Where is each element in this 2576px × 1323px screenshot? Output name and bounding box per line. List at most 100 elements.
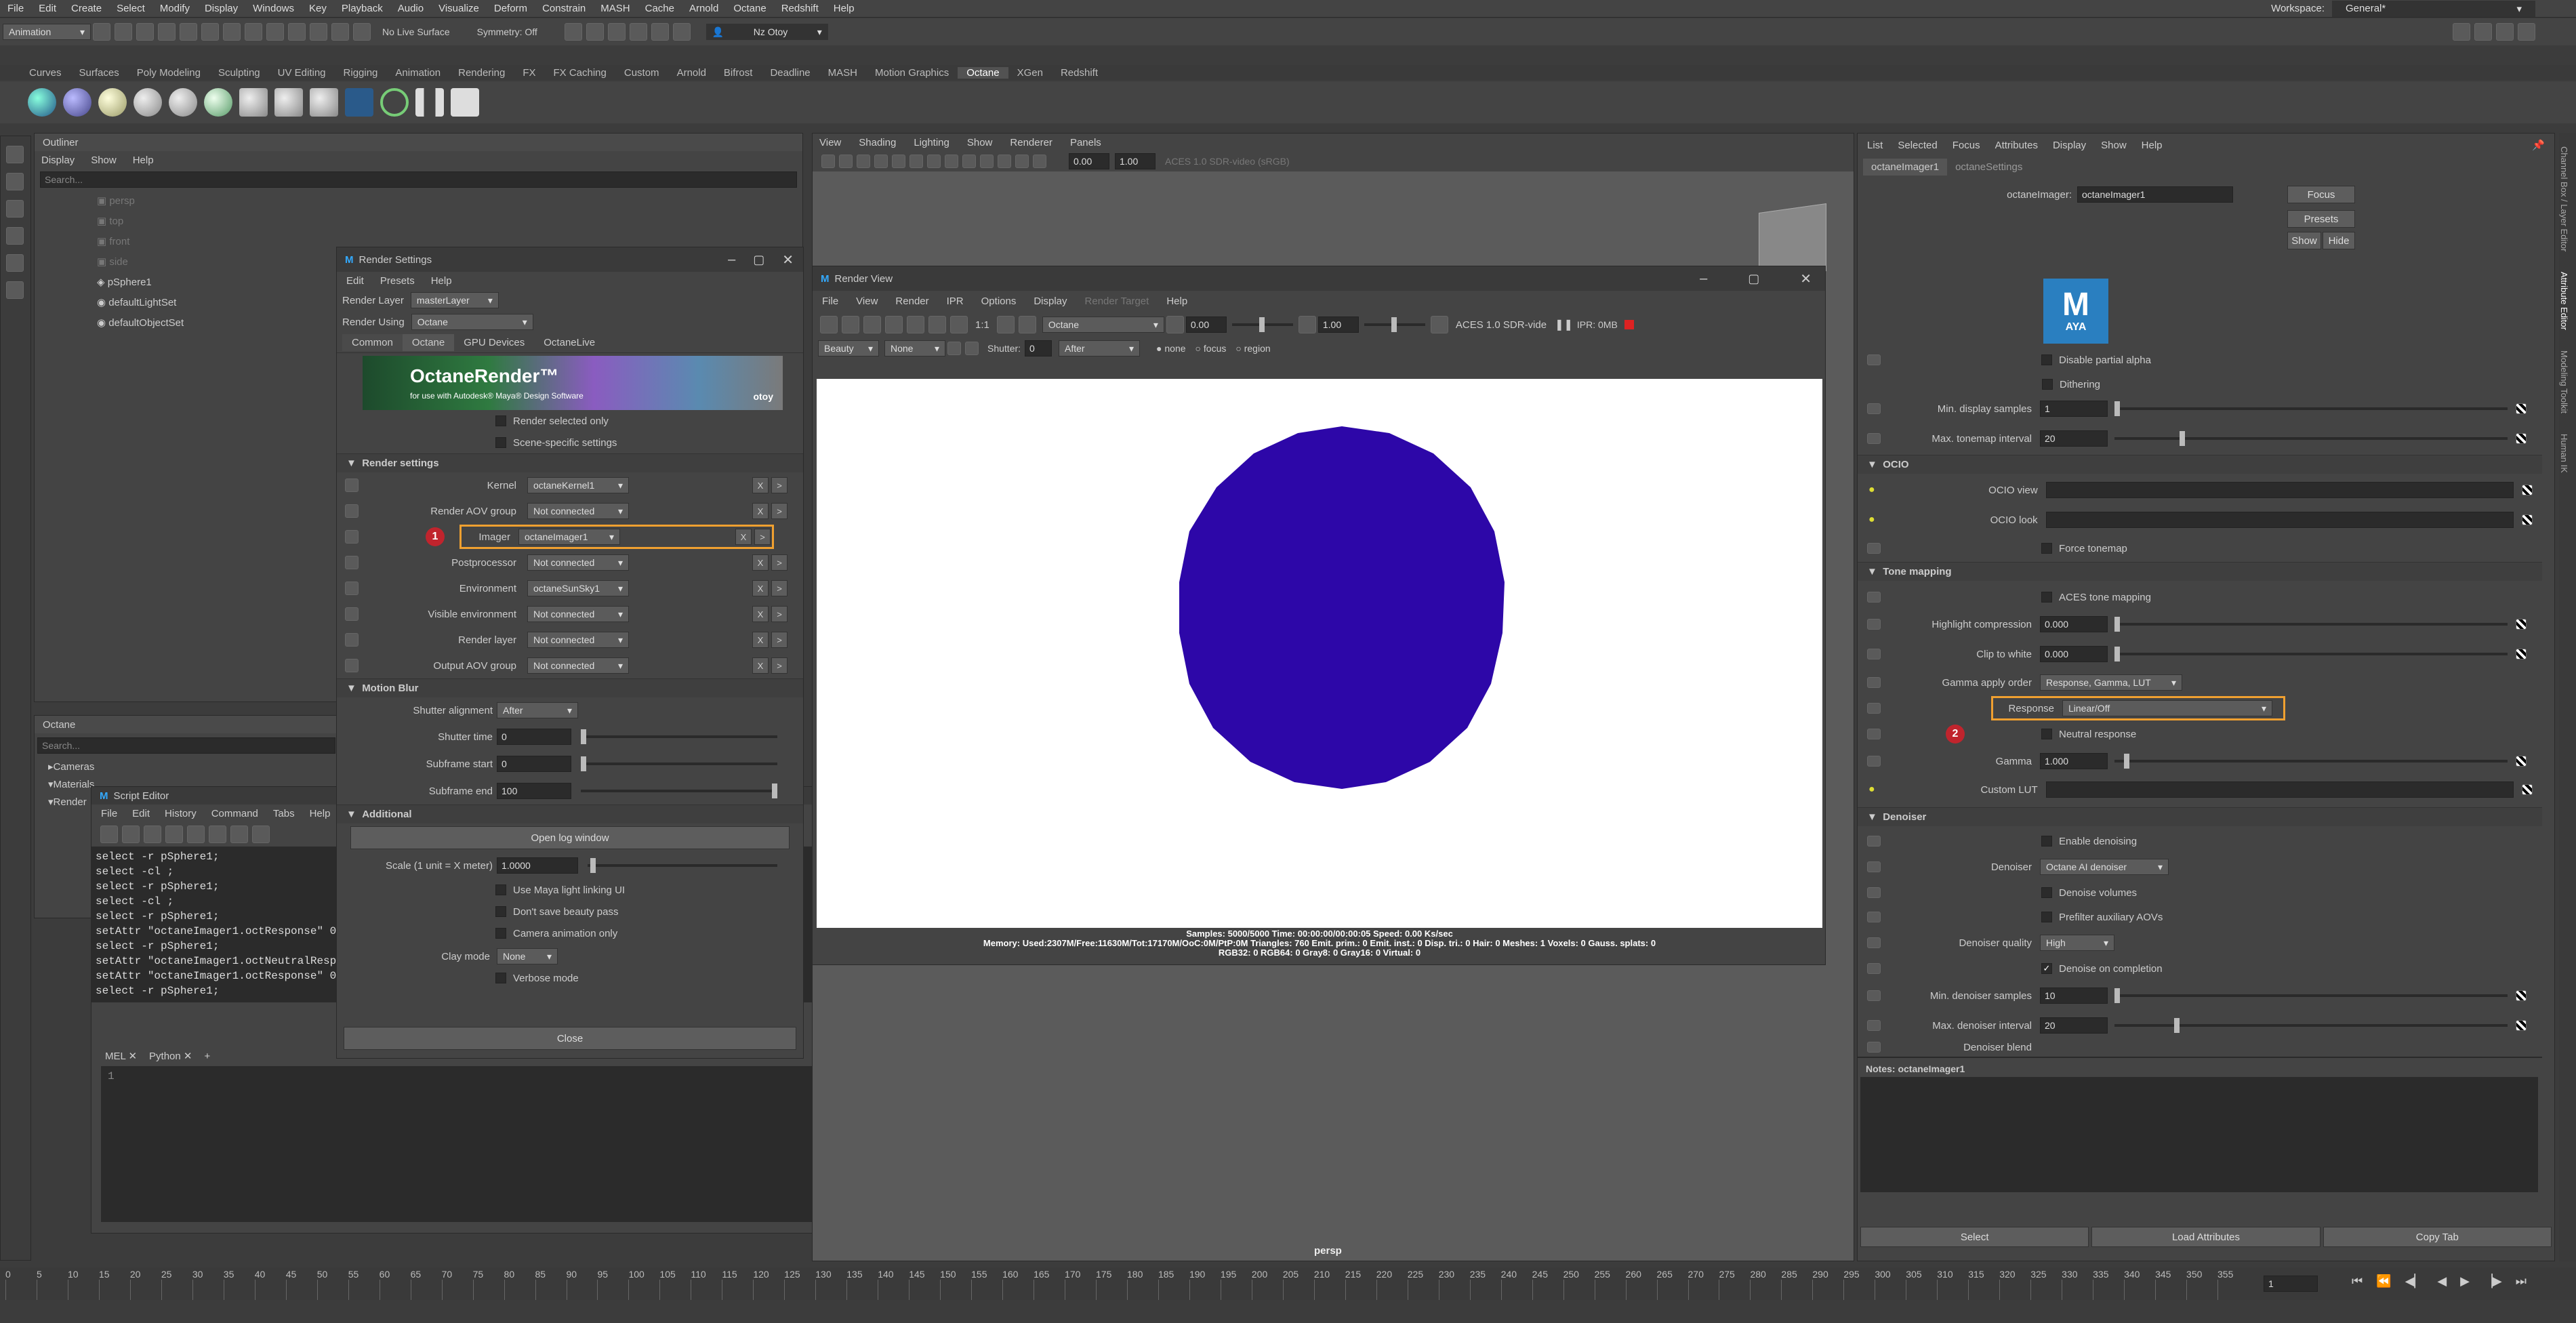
bookmark-icon[interactable]	[857, 155, 870, 168]
attr-menu-show[interactable]: Show	[2101, 140, 2127, 151]
aces-tone-row[interactable]: ACES tone mapping	[1858, 585, 2535, 609]
denoise-completion-row[interactable]: ✓ Denoise on completion	[1858, 956, 2535, 981]
min-denoiser-slider[interactable]	[2114, 988, 2508, 1003]
script-menu-file[interactable]: File	[101, 808, 117, 819]
render-using-dropdown[interactable]: Octane ▾	[411, 314, 533, 330]
clear-history-icon[interactable]	[187, 826, 205, 843]
shutter-time-slider[interactable]	[581, 729, 777, 744]
max-denoiser-field[interactable]: 20	[2040, 1017, 2108, 1034]
checkbox[interactable]	[2041, 836, 2052, 847]
close-icon[interactable]: ✕	[184, 1051, 192, 1062]
max-denoiser-slider[interactable]	[2114, 1018, 2508, 1033]
highlight-field[interactable]: 0.000	[2040, 616, 2108, 632]
shelf-tab-xgen[interactable]: XGen	[1008, 67, 1052, 79]
close-icon[interactable]: ✕	[782, 251, 794, 268]
textured-icon[interactable]	[962, 155, 976, 168]
rs-menu-edit[interactable]: Edit	[346, 275, 364, 287]
enable-denoise-row[interactable]: Enable denoising	[1858, 829, 2535, 853]
map-button-icon[interactable]	[2516, 403, 2527, 414]
select-component-icon[interactable]	[245, 23, 262, 41]
menu-audio[interactable]: Audio	[390, 3, 431, 14]
subframe-start-field[interactable]: 0	[497, 756, 571, 772]
pass2-dropdown[interactable]: None ▾	[884, 340, 945, 357]
maximize-icon[interactable]: ▢	[753, 253, 764, 267]
shutter-field[interactable]: 0	[1025, 340, 1052, 357]
force-tonemap-row[interactable]: Force tonemap	[1858, 536, 2535, 561]
checkbox[interactable]	[495, 928, 506, 939]
neutral-row[interactable]: Neutral response	[1858, 722, 2535, 746]
highlight-slider[interactable]	[2114, 617, 2508, 632]
tab-octaneimager1[interactable]: octaneImager1	[1863, 158, 1948, 176]
show-button[interactable]: Show	[2287, 232, 2321, 249]
remove-image-icon[interactable]	[1018, 316, 1036, 333]
side-tab-human-ik[interactable]: Human IK	[2559, 434, 2569, 473]
attr-menu-selected[interactable]: Selected	[1898, 140, 1937, 151]
navigate-button[interactable]: >	[771, 657, 788, 674]
octane-camera-icon[interactable]	[310, 88, 338, 117]
select-object-icon[interactable]	[223, 23, 241, 41]
subframe-end-field[interactable]: 100	[497, 783, 571, 799]
outliner-menu-display[interactable]: Display	[41, 155, 75, 166]
viewport-menu-renderer[interactable]: Renderer	[1010, 137, 1052, 148]
render-selected-row[interactable]: Render selected only	[337, 410, 803, 432]
menu-constrain[interactable]: Constrain	[535, 3, 593, 14]
snap-point-icon[interactable]	[310, 23, 327, 41]
disconnect-button[interactable]: X	[752, 657, 769, 674]
rv-menu-view[interactable]: View	[856, 296, 878, 307]
pin-icon[interactable]: 📌	[2532, 139, 2545, 151]
rv-menu-ipr[interactable]: IPR	[947, 296, 964, 307]
menu-select[interactable]: Select	[109, 3, 152, 14]
pause-icon[interactable]	[651, 23, 669, 41]
shelf-tab-redshift[interactable]: Redshift	[1052, 67, 1107, 79]
script-menu-tabs[interactable]: Tabs	[273, 808, 295, 819]
map-button-icon[interactable]	[2516, 433, 2527, 444]
clear-all-icon[interactable]	[230, 826, 248, 843]
octane-light-icon[interactable]	[98, 88, 127, 117]
scale-field[interactable]: 1.0000	[497, 857, 578, 874]
colorspace-label[interactable]: ACES 1.0 SDR-video (sRGB)	[1165, 156, 1290, 167]
radio-region[interactable]: ○ region	[1235, 343, 1270, 354]
close-button[interactable]: Close	[344, 1027, 796, 1050]
ipr-render-icon[interactable]	[586, 23, 604, 41]
map-button-icon[interactable]	[2516, 649, 2527, 659]
checkbox-checked[interactable]: ✓	[2041, 963, 2052, 974]
response-dropdown[interactable]: Linear/Off ▾	[2062, 700, 2272, 716]
load-attributes-button[interactable]: Load Attributes	[2091, 1227, 2321, 1247]
select-button[interactable]: Select	[1860, 1227, 2089, 1247]
tab-gpu-devices[interactable]: GPU Devices	[454, 334, 534, 351]
section-ocio[interactable]: ▼ OCIO	[1858, 455, 2542, 474]
side-tab-attribute-editor[interactable]: Attribute Editor	[2559, 272, 2569, 330]
navigate-button[interactable]: >	[754, 529, 771, 545]
menu-redshift[interactable]: Redshift	[774, 3, 826, 14]
select-hierarchy-icon[interactable]	[201, 23, 219, 41]
outliner-item-top[interactable]: ▣ top	[35, 211, 802, 231]
map-button-icon[interactable]	[2516, 756, 2527, 767]
render-image[interactable]	[817, 379, 1822, 928]
subframe-start-slider[interactable]	[581, 756, 777, 771]
rv-menu-help[interactable]: Help	[1166, 296, 1187, 307]
menu-playback[interactable]: Playback	[334, 3, 390, 14]
script-menu-help[interactable]: Help	[310, 808, 331, 819]
viewport-menu-shading[interactable]: Shading	[859, 137, 896, 148]
after-dropdown[interactable]: After ▾	[1059, 340, 1141, 357]
disable-alpha-row[interactable]: Disable partial alpha	[1858, 348, 2535, 372]
checkbox[interactable]	[2041, 592, 2052, 603]
tab-mel[interactable]: MEL ✕	[105, 1050, 137, 1062]
exposure-field[interactable]: 0.00	[1185, 317, 1227, 333]
shelf-tab-surfaces[interactable]: Surfaces	[70, 67, 128, 79]
cube-icon[interactable]	[965, 342, 979, 355]
subframe-end-slider[interactable]	[581, 783, 777, 798]
menu-display[interactable]: Display	[197, 3, 245, 14]
script-menu-command[interactable]: Command	[211, 808, 258, 819]
reset-gamma-icon[interactable]	[1298, 316, 1316, 333]
custom-lut-field[interactable]	[2045, 781, 2514, 798]
undo-icon[interactable]	[158, 23, 176, 41]
denoise-volumes-row[interactable]: Denoise volumes	[1858, 880, 2535, 905]
step-forward-frame-icon[interactable]: ▕▶	[2483, 1274, 2502, 1288]
navigate-button[interactable]: >	[771, 580, 788, 596]
minimize-icon[interactable]: –	[1700, 271, 1707, 287]
octane-hdri-icon[interactable]	[169, 88, 197, 117]
attr-menu-display[interactable]: Display	[2053, 140, 2086, 151]
side-tab-modeling-toolkit[interactable]: Modeling Toolkit	[2559, 350, 2569, 413]
snap-grid-icon[interactable]	[266, 23, 284, 41]
